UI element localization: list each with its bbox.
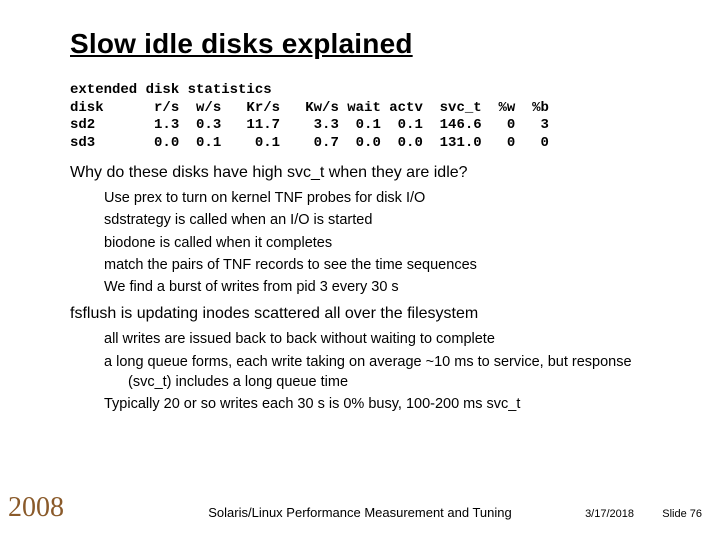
a2-line3: Typically 20 or so writes each 30 s is 0… [104, 394, 660, 414]
a1-line5: We find a burst of writes from pid 3 eve… [104, 277, 660, 297]
a1-line1: Use prex to turn on kernel TNF probes fo… [104, 188, 660, 208]
answer-block-2: all writes are issued back to back witho… [104, 329, 660, 414]
question-2: fsflush is updating inodes scattered all… [70, 305, 660, 323]
a1-line3: biodone is called when it completes [104, 233, 660, 253]
a1-line2: sdstrategy is called when an I/O is star… [104, 210, 660, 230]
footer-date: 3/17/2018 [585, 508, 634, 520]
a1-line4: match the pairs of TNF records to see th… [104, 255, 660, 275]
slide: Slow idle disks explained extended disk … [0, 0, 720, 540]
disk-stats-block: extended disk statistics disk r/s w/s Kr… [70, 82, 660, 152]
answer-block-1: Use prex to turn on kernel TNF probes fo… [104, 188, 660, 297]
stats-row-sd3: sd3 0.0 0.1 0.1 0.7 0.0 0.0 131.0 0 0 [70, 135, 549, 151]
stats-row-sd2: sd2 1.3 0.3 11.7 3.3 0.1 0.1 146.6 0 3 [70, 117, 549, 133]
footer-slide-number: Slide 76 [662, 508, 702, 520]
a2-line2: a long queue forms, each write taking on… [104, 352, 660, 393]
a2-line1: all writes are issued back to back witho… [104, 329, 660, 349]
stats-header: extended disk statistics [70, 82, 272, 98]
stats-columns: disk r/s w/s Kr/s Kw/s wait actv svc_t %… [70, 100, 549, 116]
page-title: Slow idle disks explained [70, 28, 660, 60]
question-1: Why do these disks have high svc_t when … [70, 164, 660, 182]
footer: 2008 Solaris/Linux Performance Measureme… [0, 494, 720, 524]
